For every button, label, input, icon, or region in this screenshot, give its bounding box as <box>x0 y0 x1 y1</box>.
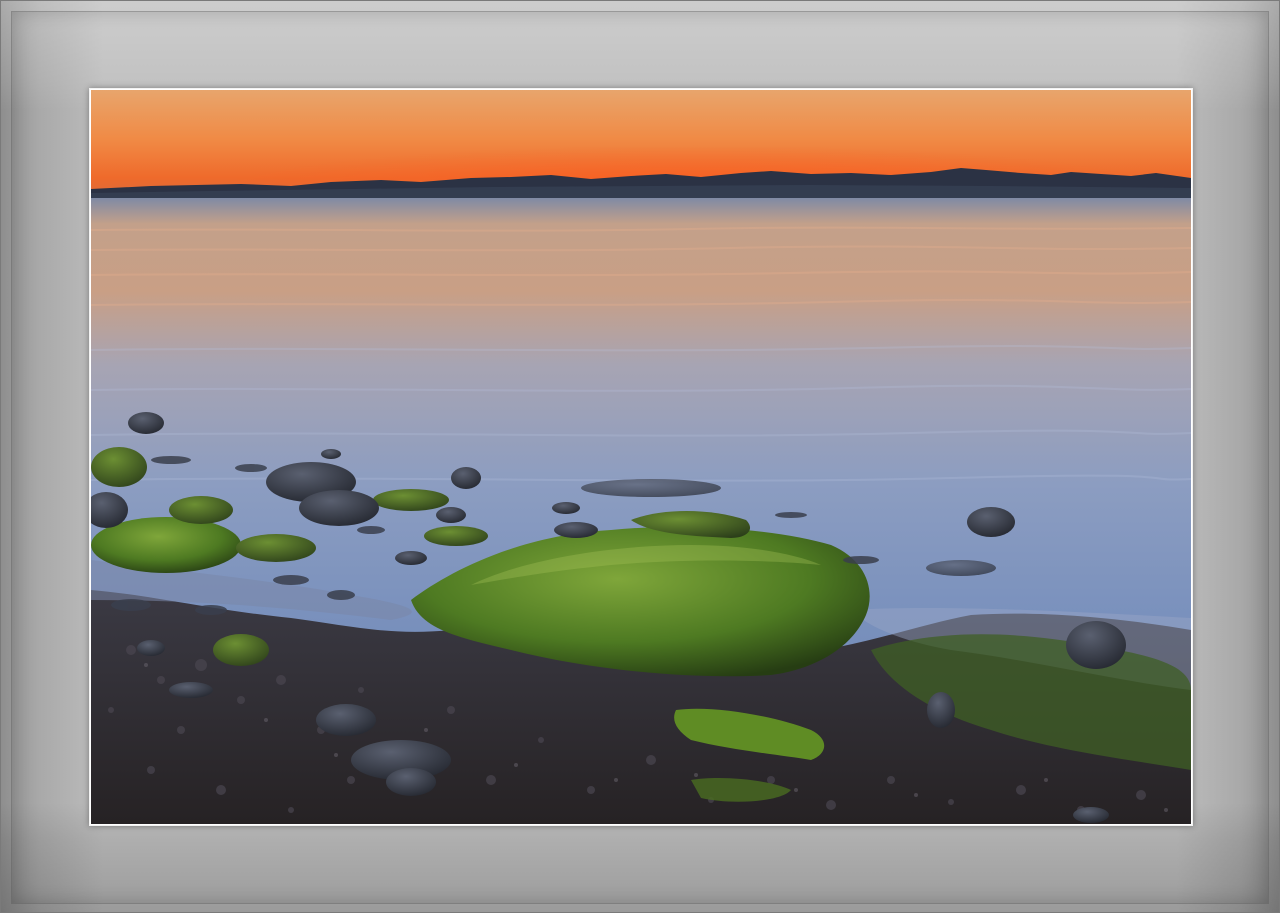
picture-frame <box>0 0 1280 913</box>
seascape-illustration <box>91 90 1191 824</box>
moss-rock-left <box>91 447 147 487</box>
seascape-photo <box>91 90 1191 824</box>
photo-border <box>89 88 1193 826</box>
